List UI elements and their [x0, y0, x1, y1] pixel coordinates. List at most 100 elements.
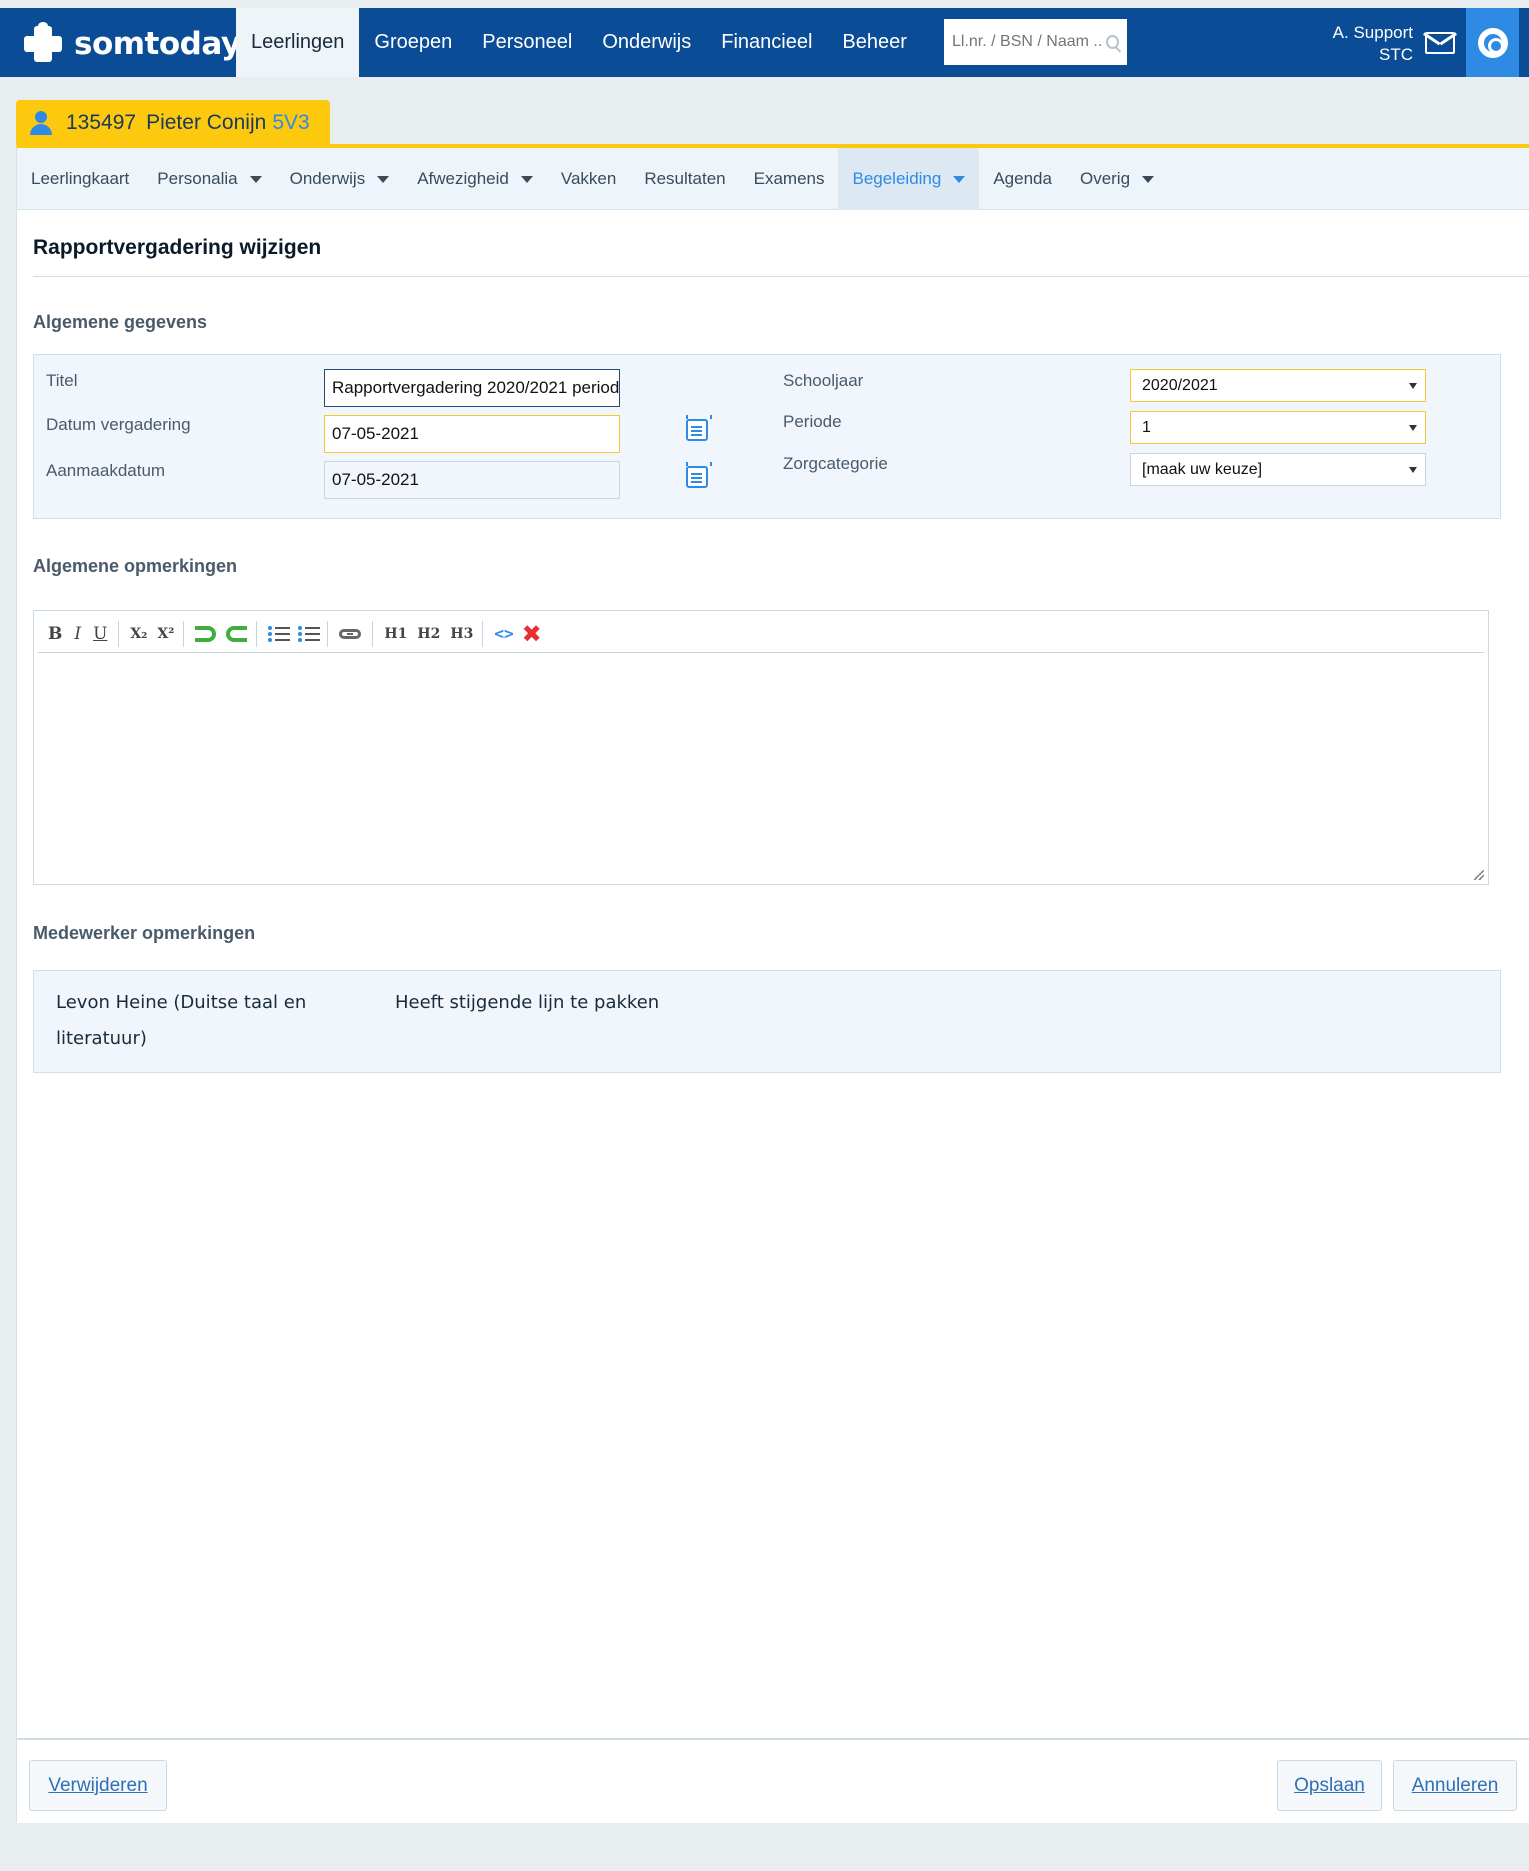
datum-input[interactable]: 07-05-2021 [324, 415, 620, 453]
caret-down-icon [249, 175, 262, 183]
calendar-icon[interactable] [685, 415, 712, 441]
titel-input[interactable]: Rapportvergadering 2020/2021 periode 1 [324, 369, 620, 407]
student-tab[interactable]: 135497 Pieter Conijn 5V3 [16, 100, 330, 146]
tab-afwezigheid[interactable]: Afwezigheid [403, 148, 547, 210]
tab-label: Agenda [993, 168, 1052, 188]
tab-label: Leerlingkaart [31, 168, 130, 188]
tab-label: Begeleiding [852, 168, 942, 188]
heading-2-button[interactable]: H2 [417, 626, 440, 642]
section-title-general: Algemene gegevens [33, 312, 208, 332]
resize-handle-icon[interactable] [1474, 870, 1484, 880]
redo-icon[interactable] [226, 625, 248, 642]
link-icon[interactable] [339, 628, 362, 639]
caret-down-icon [520, 175, 533, 183]
calendar-icon[interactable] [685, 462, 712, 488]
puzzle-logo-icon [22, 22, 66, 66]
zorgcategorie-label: Zorgcategorie [783, 454, 888, 473]
tab-label: Resultaten [644, 168, 726, 188]
tab-label: Overig [1079, 168, 1131, 188]
periode-select[interactable]: 1 [1130, 411, 1426, 444]
schooljaar-value: 2020/2021 [1142, 376, 1218, 394]
zorgcategorie-select[interactable]: [maak uw keuze] [1130, 453, 1426, 486]
tab-label: Examens [753, 168, 825, 188]
toolbar-divider [482, 620, 484, 647]
main-nav-personeel[interactable]: Personeel [467, 8, 587, 77]
save-button[interactable]: Opslaan [1277, 1760, 1382, 1811]
cancel-button[interactable]: Annuleren [1393, 1760, 1517, 1811]
editor-toolbar: B I U X₂ X² H1 H2 H3 <> ✖ [38, 615, 1484, 653]
source-code-icon[interactable]: <> [494, 624, 513, 643]
tab-begeleiding[interactable]: Begeleiding [838, 148, 980, 210]
remark-text: Heeft stijgende lijn te pakken [395, 992, 660, 1013]
tab-overig[interactable]: Overig [1066, 148, 1168, 210]
tab-agenda[interactable]: Agenda [979, 148, 1066, 210]
bold-button[interactable]: B [48, 624, 62, 644]
periode-label: Periode [783, 412, 842, 431]
search-icon[interactable] [1106, 35, 1119, 49]
remark-author: Levon Heine (Duitse taal en literatuur) [56, 992, 307, 1049]
main-nav-beheer[interactable]: Beheer [827, 8, 922, 77]
student-name: Pieter Conijn [146, 111, 267, 134]
toolbar-divider [256, 620, 258, 647]
staff-remarks-list: Levon Heine (Duitse taal en literatuur) … [33, 970, 1501, 1073]
zorgcategorie-value: [maak uw keuze] [1142, 460, 1263, 478]
tab-onderwijs[interactable]: Onderwijs [276, 148, 404, 210]
section-title-staff-remarks: Medewerker opmerkingen [33, 923, 256, 943]
top-bar: somtoday Leerlingen Groepen Personeel On… [0, 8, 1529, 77]
tab-vakken[interactable]: Vakken [547, 148, 630, 210]
tab-resultaten[interactable]: Resultaten [630, 148, 739, 210]
mail-icon[interactable] [1425, 32, 1455, 54]
caret-down-icon [953, 175, 966, 183]
sub-nav: Leerlingkaart Personalia Onderwijs Afwez… [17, 148, 1529, 210]
main-nav: Leerlingen Groepen Personeel Onderwijs F… [236, 8, 922, 77]
schooljaar-select[interactable]: 2020/2021 [1130, 369, 1426, 402]
select-caret-icon [1409, 467, 1417, 473]
page-title: Rapportvergadering wijzigen [33, 236, 322, 259]
datum-label: Datum vergadering [46, 415, 191, 434]
select-caret-icon [1409, 425, 1417, 431]
main-panel: Leerlingkaart Personalia Onderwijs Afwez… [16, 144, 1529, 1823]
delete-button[interactable]: Verwijderen [29, 1760, 167, 1811]
main-nav-financieel[interactable]: Financieel [706, 8, 827, 77]
somtoday-logo[interactable]: somtoday [22, 22, 241, 66]
aanmaak-input: 07-05-2021 [324, 461, 620, 499]
tab-personalia[interactable]: Personalia [143, 148, 275, 210]
tab-examens[interactable]: Examens [740, 148, 839, 210]
search-input[interactable] [952, 33, 1102, 51]
italic-button[interactable]: I [74, 624, 81, 644]
footer-divider [17, 1738, 1529, 1740]
toolbar-divider [118, 620, 120, 647]
ordered-list-icon[interactable] [268, 625, 291, 643]
heading-1-button[interactable]: H1 [384, 626, 407, 642]
unordered-list-icon[interactable] [298, 625, 321, 643]
titel-label: Titel [46, 371, 78, 390]
title-divider [33, 276, 1529, 277]
main-nav-groepen[interactable]: Groepen [359, 8, 467, 77]
tab-label: Personalia [157, 168, 238, 188]
superscript-button[interactable]: X² [157, 626, 174, 642]
toolbar-divider [327, 620, 329, 647]
subscript-button[interactable]: X₂ [130, 626, 147, 642]
clear-format-icon[interactable]: ✖ [522, 620, 542, 648]
settings-button[interactable] [1466, 8, 1519, 77]
caret-down-icon [377, 175, 390, 183]
aanmaak-label: Aanmaakdatum [46, 461, 166, 480]
undo-icon[interactable] [195, 625, 217, 642]
tab-label: Onderwijs [289, 168, 366, 188]
gear-icon [1477, 27, 1508, 58]
student-id: 135497 [66, 111, 137, 134]
user-info[interactable]: A. Support STC [1333, 22, 1413, 66]
schooljaar-label: Schooljaar [783, 371, 864, 390]
main-nav-onderwijs[interactable]: Onderwijs [587, 8, 706, 77]
underline-button[interactable]: U [93, 624, 107, 644]
remarks-editor[interactable]: B I U X₂ X² H1 H2 H3 <> ✖ [33, 610, 1489, 885]
select-caret-icon [1409, 383, 1417, 389]
caret-down-icon [1142, 175, 1155, 183]
main-nav-leerlingen[interactable]: Leerlingen [236, 8, 360, 77]
periode-value: 1 [1142, 418, 1151, 436]
toolbar-divider [183, 620, 185, 647]
student-class: 5V3 [272, 111, 310, 134]
heading-3-button[interactable]: H3 [450, 626, 473, 642]
tab-leerlingkaart[interactable]: Leerlingkaart [17, 148, 143, 210]
user-org: STC [1379, 45, 1413, 64]
